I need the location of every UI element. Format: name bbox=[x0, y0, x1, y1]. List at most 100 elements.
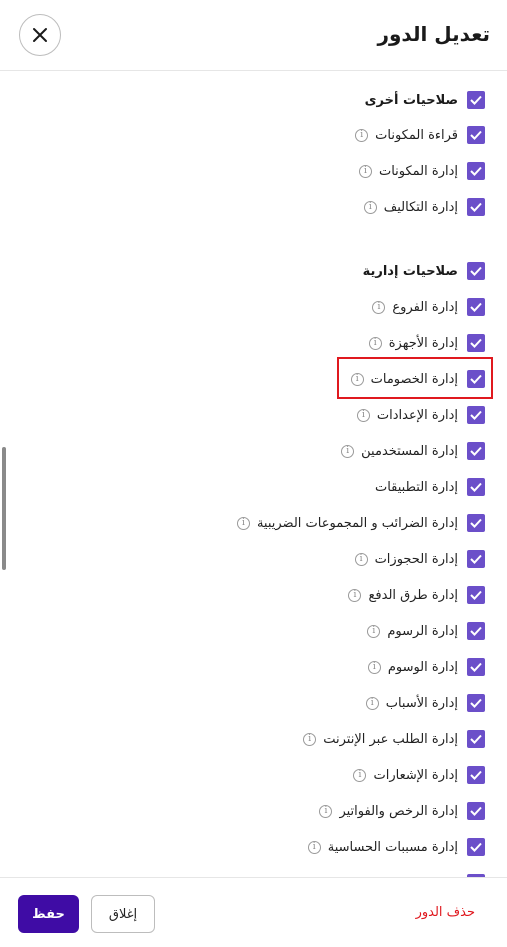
checkbox[interactable] bbox=[467, 550, 485, 568]
checkbox[interactable] bbox=[467, 478, 485, 496]
permission-item[interactable]: إدارة الطلب عبر الإنترنت i bbox=[303, 729, 485, 749]
checkbox[interactable] bbox=[467, 370, 485, 388]
permission-item[interactable]: إدارة المستخدمين i bbox=[341, 441, 485, 461]
check-icon bbox=[470, 266, 482, 276]
checkbox[interactable] bbox=[467, 694, 485, 712]
info-icon[interactable]: i bbox=[367, 660, 381, 674]
checkbox[interactable] bbox=[467, 442, 485, 460]
check-icon bbox=[470, 338, 482, 348]
permission-item[interactable]: إدارة التطبيقات bbox=[375, 477, 485, 497]
permission-item-discounts[interactable]: إدارة الخصومات i bbox=[350, 369, 485, 389]
info-icon[interactable]: i bbox=[350, 372, 364, 386]
info-icon[interactable]: i bbox=[355, 128, 369, 142]
checkbox[interactable] bbox=[467, 162, 485, 180]
permission-label: إدارة التطبيقات bbox=[374, 479, 458, 495]
info-icon[interactable]: i bbox=[303, 732, 317, 746]
checkbox[interactable] bbox=[467, 658, 485, 676]
page-title: تعديل الدور bbox=[377, 22, 490, 46]
check-icon bbox=[470, 626, 482, 636]
info-icon[interactable]: i bbox=[358, 164, 372, 178]
checkbox[interactable] bbox=[467, 586, 485, 604]
info-icon[interactable]: i bbox=[363, 200, 377, 214]
permission-label: إدارة الضرائب و المجموعات الضريبية bbox=[256, 515, 458, 531]
check-icon bbox=[470, 590, 482, 600]
info-icon[interactable]: i bbox=[367, 624, 381, 638]
info-icon[interactable]: i bbox=[353, 768, 367, 782]
permissions-list[interactable]: صلاحيات أخرى قراءة المكونات i إدارة المك… bbox=[0, 72, 507, 877]
checkbox[interactable] bbox=[467, 406, 485, 424]
permission-item[interactable]: إدارة الأجهزة i bbox=[368, 333, 485, 353]
permission-label: إدارة الحجوزات bbox=[374, 551, 458, 567]
check-icon bbox=[470, 410, 482, 420]
check-icon bbox=[470, 842, 482, 852]
check-icon bbox=[470, 302, 482, 312]
check-icon bbox=[470, 554, 482, 564]
checkbox[interactable] bbox=[467, 838, 485, 856]
permission-item[interactable]: إدارة الرخص والفواتير i bbox=[319, 801, 485, 821]
checkbox[interactable] bbox=[467, 514, 485, 532]
info-icon[interactable]: i bbox=[236, 516, 250, 530]
permission-item[interactable]: إدارة طرق الدفع i bbox=[348, 585, 485, 605]
permission-item[interactable]: إدارة التكاليف i bbox=[363, 197, 485, 217]
info-icon[interactable]: i bbox=[348, 588, 362, 602]
checkbox[interactable] bbox=[467, 126, 485, 144]
checkbox[interactable] bbox=[467, 262, 485, 280]
info-icon[interactable]: i bbox=[356, 408, 370, 422]
info-icon[interactable]: i bbox=[307, 840, 321, 854]
group-admin-permissions[interactable]: صلاحيات إدارية bbox=[363, 261, 485, 281]
checkbox[interactable] bbox=[467, 766, 485, 784]
checkbox[interactable] bbox=[467, 730, 485, 748]
permission-label: إدارة الإشعارات bbox=[373, 767, 458, 783]
checkbox[interactable] bbox=[467, 91, 485, 109]
checkbox[interactable] bbox=[467, 802, 485, 820]
permission-label: إدارة الرخص والفواتير bbox=[339, 803, 458, 819]
panel-header: تعديل الدور bbox=[0, 0, 507, 71]
checkbox[interactable] bbox=[467, 622, 485, 640]
permission-label: إدارة طرق الدفع bbox=[368, 587, 458, 603]
group-other-permissions[interactable]: صلاحيات أخرى bbox=[365, 90, 485, 110]
info-icon[interactable]: i bbox=[319, 804, 333, 818]
check-icon bbox=[470, 662, 482, 672]
check-icon bbox=[470, 734, 482, 744]
check-icon bbox=[470, 698, 482, 708]
permission-label: إدارة التكاليف bbox=[383, 199, 458, 215]
info-icon[interactable]: i bbox=[368, 336, 382, 350]
scrollbar[interactable] bbox=[2, 447, 6, 570]
delete-role-button[interactable]: حذف الدور bbox=[416, 905, 475, 920]
checkbox[interactable] bbox=[467, 334, 485, 352]
permission-item[interactable]: إدارة الرسوم i bbox=[367, 621, 485, 641]
info-icon[interactable]: i bbox=[365, 696, 379, 710]
check-icon bbox=[470, 806, 482, 816]
checkbox[interactable] bbox=[467, 298, 485, 316]
permission-item[interactable]: إدارة المكونات i bbox=[358, 161, 485, 181]
save-button[interactable]: حفظ bbox=[18, 895, 79, 933]
check-icon bbox=[470, 95, 482, 105]
close-text-button[interactable]: إغلاق bbox=[91, 895, 155, 933]
permission-item[interactable]: إدارة الفروع i bbox=[372, 297, 485, 317]
permission-item[interactable]: إدارة الإعدادات i bbox=[356, 405, 485, 425]
permission-label: إدارة الإعدادات bbox=[376, 407, 458, 423]
permission-item[interactable]: إدارة الوسوم i bbox=[367, 657, 485, 677]
permission-label: إدارة المكونات bbox=[378, 163, 458, 179]
info-icon[interactable]: i bbox=[372, 300, 386, 314]
permission-item[interactable]: قراءة المكونات i bbox=[355, 125, 485, 145]
permission-item[interactable]: إدارة مسببات الحساسية i bbox=[307, 837, 485, 857]
permission-label: إدارة مسببات الحساسية bbox=[327, 839, 458, 855]
check-icon bbox=[470, 482, 482, 492]
info-icon[interactable]: i bbox=[341, 444, 355, 458]
close-button[interactable] bbox=[19, 14, 61, 56]
permission-label: إدارة الأجهزة bbox=[388, 335, 458, 351]
checkbox[interactable] bbox=[467, 198, 485, 216]
info-icon[interactable]: i bbox=[354, 552, 368, 566]
check-icon bbox=[470, 130, 482, 140]
permission-item[interactable]: إدارة الإشعارات i bbox=[353, 765, 485, 785]
permission-label: إدارة الفروع bbox=[392, 299, 458, 315]
check-icon bbox=[470, 446, 482, 456]
permission-label: إدارة الأسباب bbox=[385, 695, 458, 711]
check-icon bbox=[470, 770, 482, 780]
permission-item[interactable]: إدارة الحجوزات i bbox=[354, 549, 485, 569]
permission-label: إدارة الرسوم bbox=[387, 623, 458, 639]
permission-item[interactable]: إدارة الأسباب i bbox=[365, 693, 485, 713]
permission-item[interactable]: إدارة الضرائب و المجموعات الضريبية i bbox=[236, 513, 485, 533]
permission-label: إدارة الوسوم bbox=[387, 659, 458, 675]
